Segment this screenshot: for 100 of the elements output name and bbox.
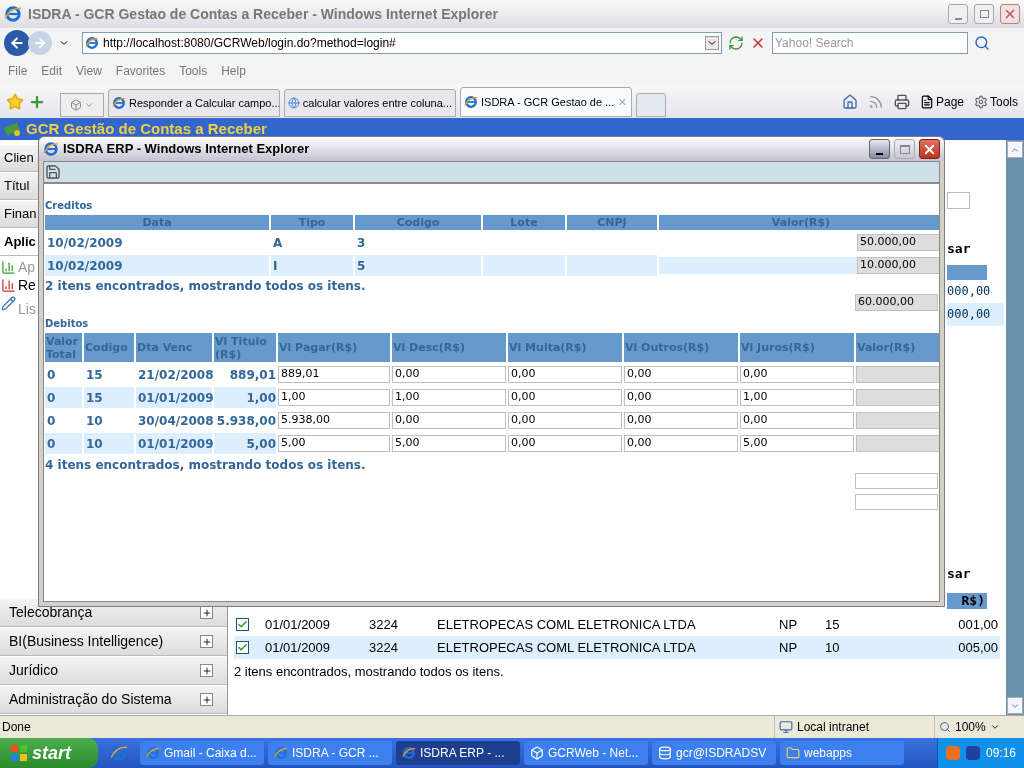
start-button[interactable]: start [0, 738, 98, 768]
taskbar-button[interactable]: Gmail - Caixa d... [140, 741, 264, 765]
text-field[interactable] [947, 192, 970, 209]
browser-icon [464, 95, 478, 109]
zoom-level[interactable]: 100% [955, 718, 986, 736]
page-icon [919, 95, 934, 109]
sidebar-item[interactable]: Jurídico [0, 657, 227, 685]
table-cell-text: 3224 [369, 638, 399, 657]
folder-icon [786, 746, 800, 760]
browser-icon [110, 744, 128, 762]
table-cell: 01/01/2009 [136, 433, 212, 454]
amount-field[interactable]: 5,00 [392, 435, 506, 452]
total-field: 60.000,00 [855, 294, 938, 311]
taskbar-button[interactable]: gcr@ISDRADSV [652, 741, 776, 765]
taskbar-button[interactable]: ISDRA ERP - ... [396, 741, 520, 765]
section-title: Creditos [45, 199, 94, 213]
chart-icon [1, 259, 16, 275]
add-favorite-icon[interactable] [28, 93, 46, 111]
new-tab-button[interactable] [636, 93, 666, 117]
save-icon[interactable] [45, 164, 61, 180]
amount-field[interactable]: 0,00 [508, 389, 622, 406]
menu-item[interactable]: Favorites [115, 62, 166, 80]
amount-field[interactable]: 0,00 [392, 366, 506, 383]
close-icon [1003, 7, 1017, 21]
amount-field[interactable]: 889,01 [278, 366, 390, 383]
close-button[interactable] [919, 139, 940, 159]
table-cell: 5 [355, 255, 481, 276]
browser-tab[interactable]: ISDRA - GCR Gestao de ... [460, 87, 632, 117]
table-cell-text: 889,01 [228, 366, 276, 384]
menu-item[interactable]: Edit [41, 62, 63, 80]
amount-field[interactable]: 5,00 [278, 435, 390, 452]
amount-field[interactable]: 0,00 [740, 412, 854, 429]
results-summary: 2 itens encontrados, mostrando todos os itens. [234, 663, 505, 681]
amount-field[interactable]: 0,00 [508, 366, 622, 383]
amount-field[interactable]: 0,00 [624, 366, 738, 383]
dropdown-icon[interactable] [705, 36, 719, 50]
back-button[interactable] [4, 30, 30, 56]
minimize-button[interactable] [869, 139, 890, 159]
close-tab-icon[interactable] [617, 96, 628, 108]
table-cell-text: 001,00 [957, 615, 999, 634]
amount-field[interactable]: 0,00 [740, 366, 854, 383]
taskbar-button[interactable]: GCRWeb - Net... [524, 741, 648, 765]
address-field[interactable]: http://localhost:8080/GCRWeb/login.do?method=login# [82, 32, 722, 54]
menu-item[interactable]: View [76, 62, 102, 80]
amount-field[interactable]: 5.938,00 [278, 412, 390, 429]
status-text: Done [1, 719, 32, 736]
amount-field[interactable]: 1,00 [740, 389, 854, 406]
amount-field[interactable]: 1,00 [278, 389, 390, 406]
print-icon[interactable] [893, 94, 910, 110]
search-icon[interactable] [974, 35, 990, 51]
scroll-up-icon[interactable] [1007, 141, 1023, 158]
expand-icon [200, 664, 213, 677]
scrollbar[interactable] [1006, 140, 1024, 715]
table-cell-text: 5.938,00 [215, 412, 276, 430]
amount-field[interactable]: 0,00 [624, 412, 738, 429]
clock: 09:16 [985, 745, 1016, 762]
text-field[interactable] [855, 494, 938, 510]
browser-tab[interactable]: Responder a Calcular campo... [108, 89, 280, 117]
feed-icon[interactable] [867, 94, 884, 110]
browser-icon [112, 96, 126, 110]
home-icon[interactable] [841, 94, 858, 110]
amount-field[interactable]: 0,00 [508, 412, 622, 429]
taskbar-button[interactable]: ISDRA - GCR ... [268, 741, 392, 765]
amount-field[interactable]: 1,00 [392, 389, 506, 406]
favorites-icon[interactable] [6, 93, 24, 111]
checkbox[interactable] [236, 618, 249, 631]
menu-item[interactable]: File [8, 62, 28, 80]
expand-icon [200, 635, 213, 648]
cube-icon [530, 746, 544, 760]
text-field[interactable] [855, 473, 938, 489]
results-summary: 4 itens encontrados, mostrando todos os itens. [45, 457, 367, 474]
results-summary: 2 itens encontrados, mostrando todos os itens. [45, 278, 367, 295]
refresh-icon[interactable] [728, 35, 744, 51]
checkbox[interactable] [236, 641, 249, 654]
expand-icon [200, 693, 213, 706]
table-cell-text: 10 [85, 412, 104, 430]
menu-item[interactable]: Help [221, 62, 246, 80]
table-cell: 0 [45, 387, 82, 408]
tools-menu[interactable]: Tools [990, 93, 1018, 111]
page-menu[interactable]: Page [935, 93, 964, 111]
browser-tab[interactable]: calcular valores entre coluna... [284, 89, 456, 117]
amount-field[interactable]: 5,00 [740, 435, 854, 452]
sidebar-item[interactable]: BI(Business Intelligence) [0, 628, 227, 656]
amount-field[interactable]: 0,00 [624, 389, 738, 406]
dropdown-icon[interactable] [989, 722, 1000, 732]
taskbar-button[interactable]: webapps [780, 741, 904, 765]
amount-field[interactable]: 0,00 [392, 412, 506, 429]
tray-icon[interactable] [965, 746, 980, 760]
table-cell-text: 30/04/2008 [137, 412, 212, 430]
table-header-bar [947, 264, 987, 280]
quick-tabs-button[interactable] [60, 93, 104, 117]
table-cell-text: 10 [825, 638, 841, 657]
amount-field[interactable]: 0,00 [624, 435, 738, 452]
window-title: ISDRA ERP - Windows Internet Explorer [63, 140, 311, 159]
amount-field[interactable]: 0,00 [508, 435, 622, 452]
menu-item[interactable]: Tools [179, 62, 208, 80]
sidebar-item[interactable]: Administração do Sistema [0, 686, 227, 714]
restore-button[interactable] [974, 4, 994, 24]
table-cell: I [271, 255, 353, 276]
scroll-down-icon[interactable] [1007, 697, 1023, 714]
